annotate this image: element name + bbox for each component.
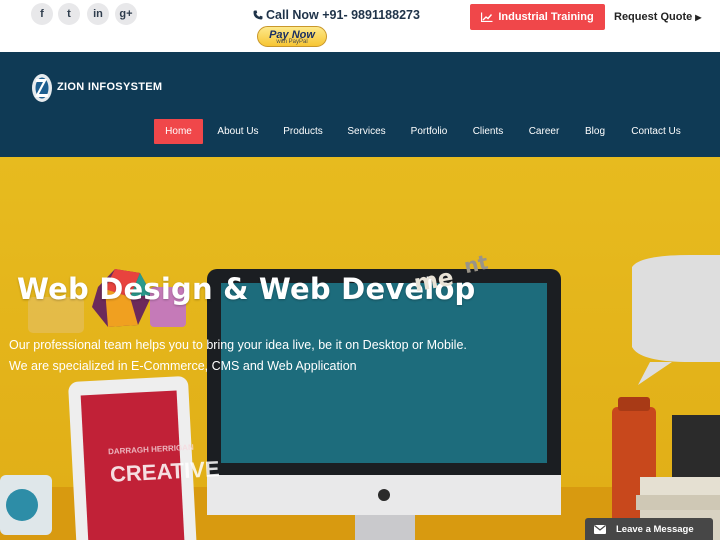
- nav-blog-label: Blog: [584, 126, 605, 137]
- linkedin-glyph: in: [93, 8, 103, 20]
- hero-title-animated-nt: nt: [461, 249, 491, 279]
- hero-title: Web Design & Web Develop: [17, 272, 476, 306]
- google-plus-glyph: g+: [119, 8, 133, 20]
- zion-logo-icon: [32, 74, 52, 102]
- hero-tagline-2: We are specialized in E-Commerce, CMS an…: [9, 359, 357, 373]
- nav-portfolio-label: Portfolio: [410, 126, 448, 137]
- top-bar: f t in g+ Call Now +91- 9891188273 Pay N…: [0, 0, 720, 52]
- nav-contact-us[interactable]: Contact Us: [624, 119, 688, 144]
- trend-chart-icon: [481, 12, 493, 22]
- hero-banner: Web Design & Web Develop me nt Our profe…: [0, 157, 720, 540]
- nav-career[interactable]: Career: [523, 119, 565, 144]
- nav-home-label: Home: [165, 126, 192, 137]
- hero-tagline-1: Our professional team helps you to bring…: [9, 338, 467, 352]
- site-header: ZION INFOSYSTEM Home About Us Products S…: [0, 52, 720, 157]
- leave-message-label: Leave a Message: [616, 523, 694, 535]
- nav-services-label: Services: [347, 126, 386, 137]
- twitter-glyph: t: [67, 8, 71, 20]
- site-logo[interactable]: ZION INFOSYSTEM: [30, 71, 162, 103]
- envelope-icon: [594, 524, 606, 534]
- leave-message-widget[interactable]: Leave a Message: [585, 518, 713, 540]
- paynow-sub-label: with PayPal: [276, 39, 308, 45]
- request-quote-label: Request Quote: [614, 11, 693, 23]
- nav-portfolio[interactable]: Portfolio: [405, 119, 453, 144]
- nav-about-us[interactable]: About Us: [212, 119, 264, 144]
- caret-right-icon: ▶: [695, 13, 702, 22]
- nav-home[interactable]: Home: [154, 119, 203, 144]
- nav-career-label: Career: [528, 126, 560, 137]
- nav-clients-label: Clients: [472, 126, 504, 137]
- request-quote-link[interactable]: Request Quote ▶: [614, 11, 701, 23]
- industrial-training-label: Industrial Training: [498, 11, 594, 23]
- nav-clients[interactable]: Clients: [466, 119, 510, 144]
- facebook-icon[interactable]: f: [31, 3, 53, 25]
- nav-about-us-label: About Us: [217, 126, 259, 137]
- nav-services[interactable]: Services: [341, 119, 392, 144]
- google-plus-icon[interactable]: g+: [115, 3, 137, 25]
- industrial-training-button[interactable]: Industrial Training: [470, 4, 605, 30]
- nav-blog[interactable]: Blog: [580, 119, 610, 144]
- linkedin-icon[interactable]: in: [87, 3, 109, 25]
- logo-text: ZION INFOSYSTEM: [57, 81, 163, 93]
- facebook-glyph: f: [40, 8, 44, 20]
- twitter-icon[interactable]: t: [58, 3, 80, 25]
- call-now: Call Now +91- 9891188273: [253, 8, 420, 22]
- phone-icon: [253, 10, 263, 20]
- nav-products-label: Products: [283, 126, 323, 137]
- paynow-button[interactable]: Pay Now with PayPal: [257, 26, 327, 47]
- nav-products[interactable]: Products: [277, 119, 329, 144]
- call-now-text: Call Now +91- 9891188273: [266, 8, 420, 22]
- nav-contact-us-label: Contact Us: [631, 126, 681, 137]
